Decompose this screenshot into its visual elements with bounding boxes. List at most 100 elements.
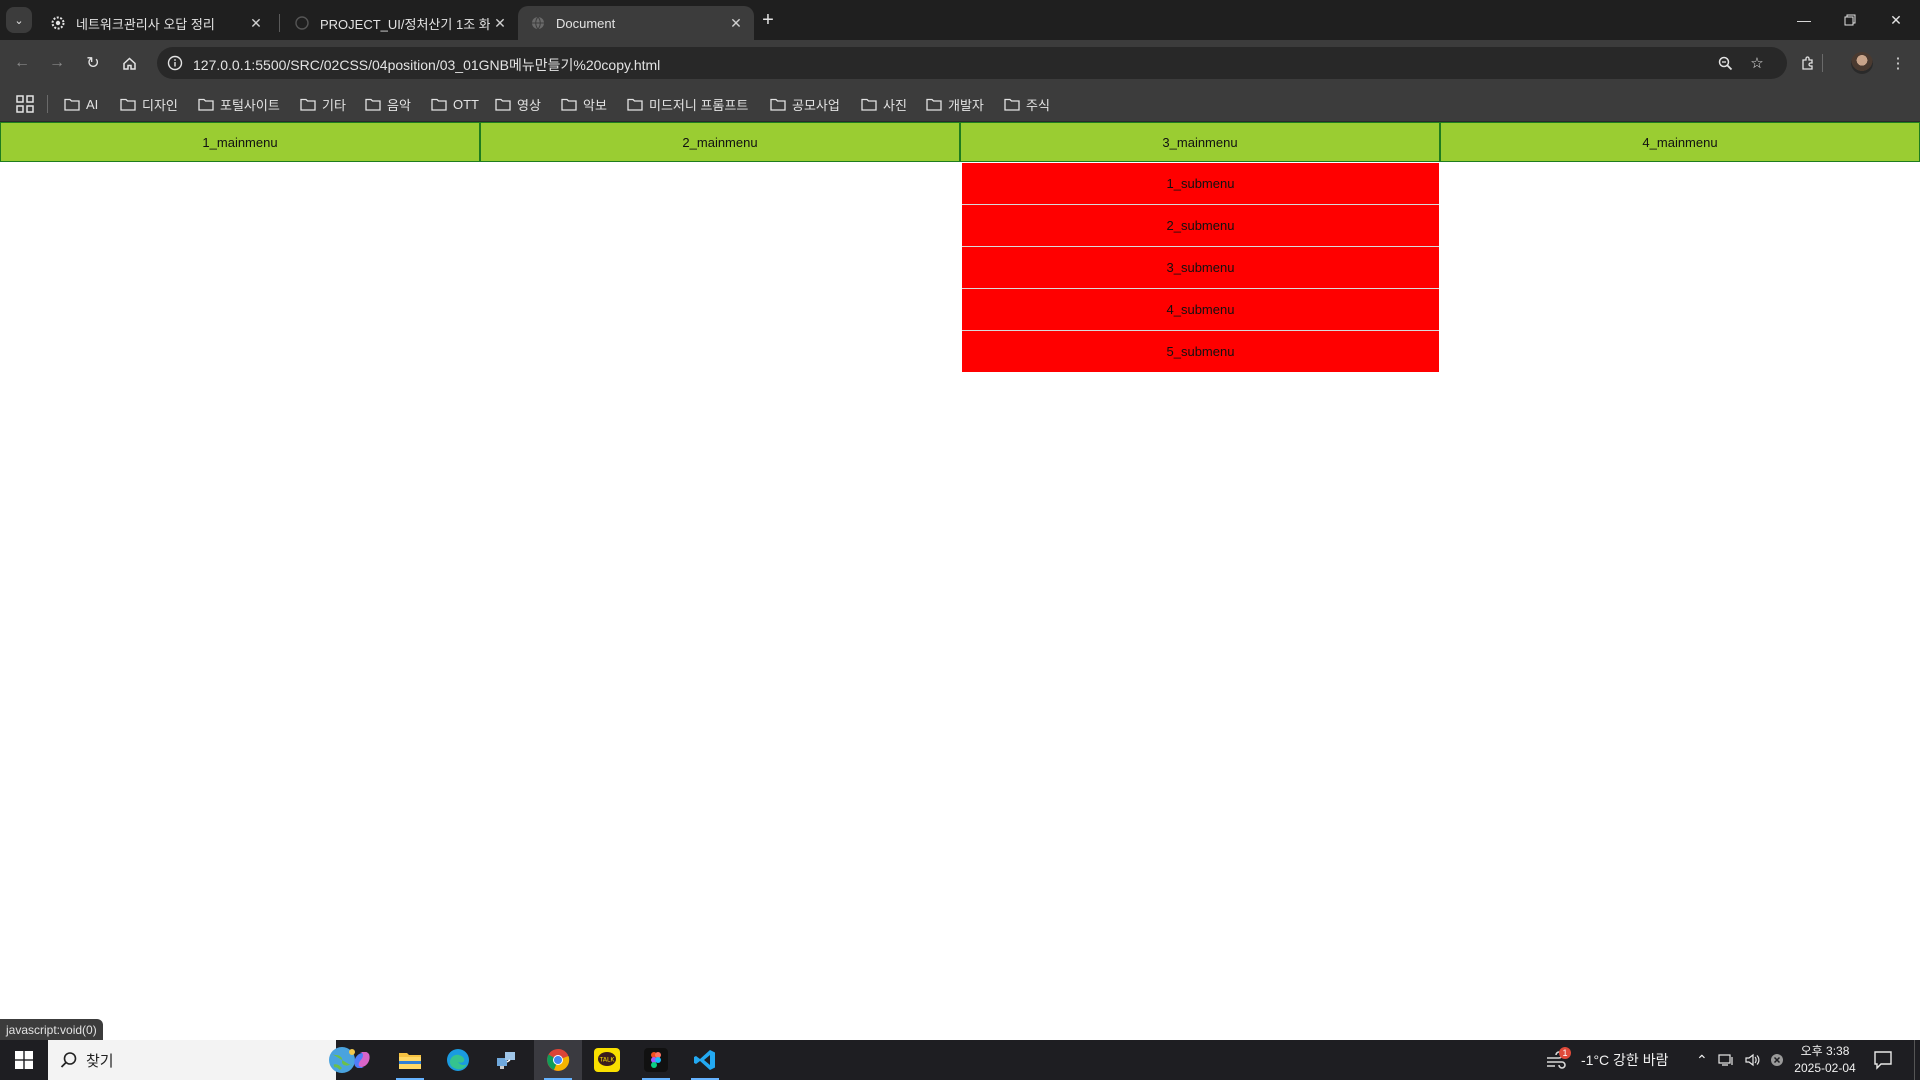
bookmark-star-icon[interactable]: ☆ (1747, 53, 1767, 73)
folder-icon (561, 98, 577, 111)
apps-grid-icon[interactable] (16, 95, 34, 113)
kakaotalk-app-icon[interactable]: TALK (583, 1040, 631, 1080)
folder-icon (861, 98, 877, 111)
browser-toolbar: ← → ↻ 127.0.0.1:5500/SRC/02CSS/04positio… (0, 40, 1920, 86)
taskbar-clock[interactable]: 오후 3:38 2025-02-04 (1790, 1043, 1860, 1077)
mainmenu-1[interactable]: 1_mainmenu (0, 122, 480, 162)
bookmark-label: 공모사업 (792, 97, 840, 113)
bookmarks-bar: AI 디자인 포털사이트 기타 음악 OTT 영상 악보 미드저니 프롬프트 공… (0, 86, 1920, 122)
taskbar-search-box[interactable]: 찾기 (48, 1040, 355, 1080)
submenu-item-1[interactable]: 1_submenu (962, 163, 1439, 205)
home-icon[interactable] (115, 49, 143, 77)
gear-favicon-icon (50, 15, 66, 31)
bookmark-folder-music[interactable]: 음악 (365, 94, 411, 114)
site-info-icon[interactable] (165, 53, 185, 73)
tab-separator (279, 14, 280, 32)
bookmark-folder-ott[interactable]: OTT (431, 94, 479, 114)
bookmarks-separator (47, 95, 48, 113)
extensions-puzzle-icon[interactable] (1794, 49, 1822, 77)
folder-icon (495, 98, 511, 111)
tab-title: 네트워크관리사 오답 정리 (76, 16, 215, 32)
chrome-app-icon[interactable] (534, 1040, 582, 1080)
browser-tab-strip: ⌄ 네트워크관리사 오답 정리 ✕ PROJECT_UI/정처산기 1조 화면 … (0, 0, 1920, 40)
figma-app-icon[interactable] (632, 1040, 680, 1080)
kebab-menu-icon[interactable]: ⋮ (1884, 49, 1912, 77)
windows-start-icon[interactable] (0, 1040, 48, 1080)
folder-icon (627, 98, 643, 111)
vscode-app-icon[interactable] (681, 1040, 729, 1080)
folder-icon (64, 98, 80, 111)
network-tool-app-icon[interactable] (482, 1040, 530, 1080)
submenu-item-3[interactable]: 3_submenu (962, 247, 1439, 289)
bookmark-folder-public-project[interactable]: 공모사업 (770, 94, 840, 114)
volume-icon[interactable] (1744, 1053, 1760, 1067)
tab-search-button[interactable]: ⌄ (6, 7, 32, 33)
notification-center-icon[interactable] (1873, 1050, 1893, 1070)
forward-arrow-icon[interactable]: → (43, 49, 71, 77)
tab-title: Document (556, 15, 616, 31)
close-icon[interactable]: ✕ (490, 13, 510, 33)
bookmark-label: 미드저니 프롬프트 (649, 97, 749, 113)
submenu-dropdown: 1_submenu 2_submenu 3_submenu 4_submenu … (962, 163, 1439, 372)
profile-avatar[interactable] (1851, 52, 1873, 74)
close-icon[interactable]: ✕ (726, 13, 746, 33)
bookmark-label: 사진 (883, 97, 907, 113)
bookmark-folder-design[interactable]: 디자인 (120, 94, 178, 114)
copilot-app-icon[interactable] (338, 1040, 386, 1080)
bookmark-folder-midjourney[interactable]: 미드저니 프롬프트 (627, 94, 748, 114)
bookmark-label: 개발자 (948, 97, 984, 113)
weather-widget[interactable]: 1 -1°C 강한 바람 (1545, 1040, 1668, 1080)
show-desktop-button[interactable] (1914, 1040, 1915, 1080)
bookmark-folder-ai[interactable]: AI (64, 94, 98, 114)
tab-1[interactable]: 네트워크관리사 오답 정리 ✕ (38, 6, 274, 40)
mainmenu-2[interactable]: 2_mainmenu (480, 122, 960, 162)
bookmark-folder-photo[interactable]: 사진 (861, 94, 907, 114)
close-icon[interactable]: ✕ (246, 13, 266, 33)
network-icon[interactable] (1718, 1053, 1734, 1067)
bookmark-folder-sheet-music[interactable]: 악보 (561, 94, 607, 114)
mainmenu-3[interactable]: 3_mainmenu (960, 122, 1440, 162)
bookmark-label: AI (86, 96, 99, 112)
globe-favicon-icon (530, 15, 546, 31)
clock-time: 오후 3:38 (1800, 1044, 1850, 1058)
window-close-icon[interactable]: ✕ (1873, 0, 1919, 40)
bookmark-folder-stocks[interactable]: 주식 (1004, 94, 1050, 114)
file-explorer-app-icon[interactable] (386, 1040, 434, 1080)
chevron-up-icon[interactable]: ⌃ (1696, 1052, 1708, 1069)
address-bar[interactable]: 127.0.0.1:5500/SRC/02CSS/04position/03_0… (157, 47, 1787, 79)
bookmark-label: 음악 (387, 97, 411, 113)
submenu-item-2[interactable]: 2_submenu (962, 205, 1439, 247)
bookmark-label: 주식 (1026, 97, 1050, 113)
screen: ⌄ 네트워크관리사 오답 정리 ✕ PROJECT_UI/정처산기 1조 화면 … (0, 0, 1920, 1080)
folder-icon (198, 98, 214, 111)
bookmark-folder-developer[interactable]: 개발자 (926, 94, 984, 114)
mainmenu-4[interactable]: 4_mainmenu (1440, 122, 1920, 162)
status-x-icon[interactable] (1770, 1053, 1784, 1067)
bookmark-folder-portal[interactable]: 포털사이트 (198, 94, 280, 114)
folder-icon (770, 98, 786, 111)
submenu-item-5[interactable]: 5_submenu (962, 331, 1439, 372)
folder-icon (365, 98, 381, 111)
clock-date: 2025-02-04 (1794, 1061, 1856, 1075)
edge-browser-app-icon[interactable] (434, 1040, 482, 1080)
minimize-icon[interactable]: — (1781, 0, 1827, 40)
link-status-bubble: javascript:void(0) (0, 1019, 103, 1040)
new-tab-plus-icon[interactable]: + (757, 9, 779, 31)
tab-3-active[interactable]: Document ✕ (518, 6, 754, 40)
submenu-item-4[interactable]: 4_submenu (962, 289, 1439, 331)
weather-alert-badge: 1 (1559, 1047, 1571, 1059)
bookmark-folder-etc[interactable]: 기타 (300, 94, 346, 114)
restore-icon[interactable] (1827, 0, 1873, 40)
bookmark-folder-video[interactable]: 영상 (495, 94, 541, 114)
tab-title: PROJECT_UI/정처산기 1조 화면 (320, 16, 490, 32)
github-favicon-icon (294, 15, 310, 31)
back-arrow-icon[interactable]: ← (8, 49, 36, 77)
folder-icon (300, 98, 316, 111)
gnb-main-menu: 1_mainmenu 2_mainmenu 3_mainmenu 4_mainm… (0, 122, 1920, 162)
folder-icon (120, 98, 136, 111)
zoom-icon[interactable] (1715, 53, 1735, 73)
tab-2[interactable]: PROJECT_UI/정처산기 1조 화면 ✕ (282, 6, 518, 40)
bookmark-label: OTT (453, 96, 479, 112)
reload-icon[interactable]: ↻ (79, 49, 107, 77)
chevron-down-icon: ⌄ (14, 14, 24, 27)
